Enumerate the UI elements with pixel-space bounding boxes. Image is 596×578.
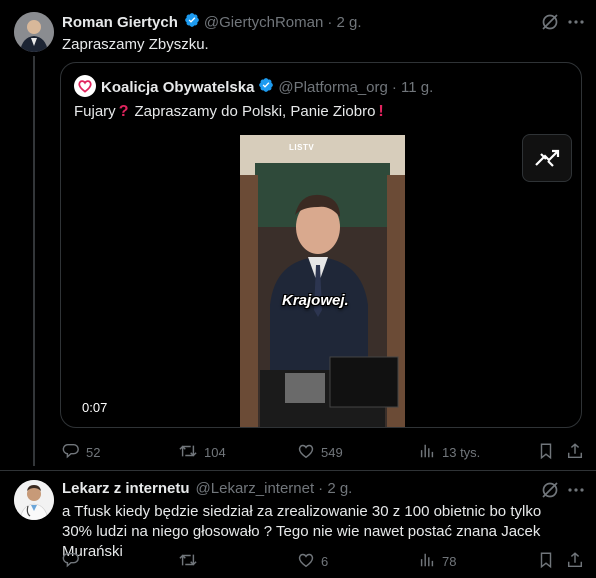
heart-logo-icon [77, 78, 93, 94]
repost-icon [178, 551, 198, 572]
repost-button[interactable]: 104 [178, 442, 226, 463]
more-icon[interactable] [566, 480, 586, 500]
like-button[interactable]: 549 [297, 442, 343, 463]
divider [0, 470, 596, 471]
author-handle[interactable]: @GiertychRoman [204, 14, 323, 31]
like-button[interactable]: 6 [297, 551, 328, 572]
reply-count: 52 [86, 445, 101, 460]
views-button[interactable]: 78 [418, 551, 456, 572]
like-count: 549 [321, 445, 343, 460]
video-channel-logo: LISTV [289, 143, 315, 152]
views-button[interactable]: 13 tys. [418, 442, 480, 463]
quote-timestamp[interactable]: · 11 g. [392, 79, 433, 96]
quote-text-body: Zapraszamy do Polski, Panie Ziobro [134, 103, 376, 120]
avatar[interactable] [14, 12, 54, 52]
grok-icon[interactable] [540, 12, 560, 32]
more-icon[interactable] [566, 12, 586, 32]
reply-button[interactable]: 52 [62, 442, 100, 463]
author-name[interactable]: Roman Giertych [62, 14, 178, 31]
views-count: 78 [442, 554, 457, 569]
share-icon[interactable] [566, 442, 584, 465]
like-icon [297, 442, 315, 463]
views-count: 13 tys. [442, 445, 481, 460]
timestamp[interactable]: · 2 g. [318, 480, 352, 497]
reply-button[interactable] [62, 551, 86, 572]
verified-icon [184, 12, 200, 33]
like-icon [297, 551, 315, 572]
reply-icon [62, 442, 80, 463]
verified-icon [258, 77, 274, 98]
repost-button[interactable] [178, 551, 204, 572]
reply-icon [62, 551, 80, 572]
repost-icon [178, 442, 198, 463]
author-name[interactable]: Lekarz z internetu [62, 480, 190, 497]
repost-count: 104 [204, 445, 226, 460]
quote-author-handle[interactable]: @Platforma_org [278, 79, 387, 96]
timestamp[interactable]: · 2 g. [327, 14, 361, 31]
grok-icon[interactable] [540, 480, 560, 500]
views-icon [418, 551, 436, 572]
video-duration: 0:07 [82, 400, 108, 415]
question-icon: ? [118, 103, 129, 120]
author-handle[interactable]: @Lekarz_internet [196, 480, 315, 497]
avatar[interactable] [14, 480, 54, 520]
bookmark-icon[interactable] [537, 442, 555, 465]
video-player[interactable] [240, 135, 405, 427]
tweet-text: Zapraszamy Zbyszku. [62, 36, 209, 53]
views-icon [418, 442, 436, 463]
bookmark-icon[interactable] [537, 551, 555, 574]
exclamation-icon: ! [378, 103, 384, 120]
quote-text-start: Fujary [74, 103, 116, 120]
video-caption: Krajowej. [282, 292, 349, 309]
share-icon[interactable] [566, 551, 584, 574]
fullscreen-icon[interactable] [522, 134, 572, 182]
quote-avatar[interactable] [74, 75, 96, 97]
like-count: 6 [321, 554, 329, 569]
thread-line [33, 56, 35, 466]
quote-author-name[interactable]: Koalicja Obywatelska [101, 79, 254, 96]
